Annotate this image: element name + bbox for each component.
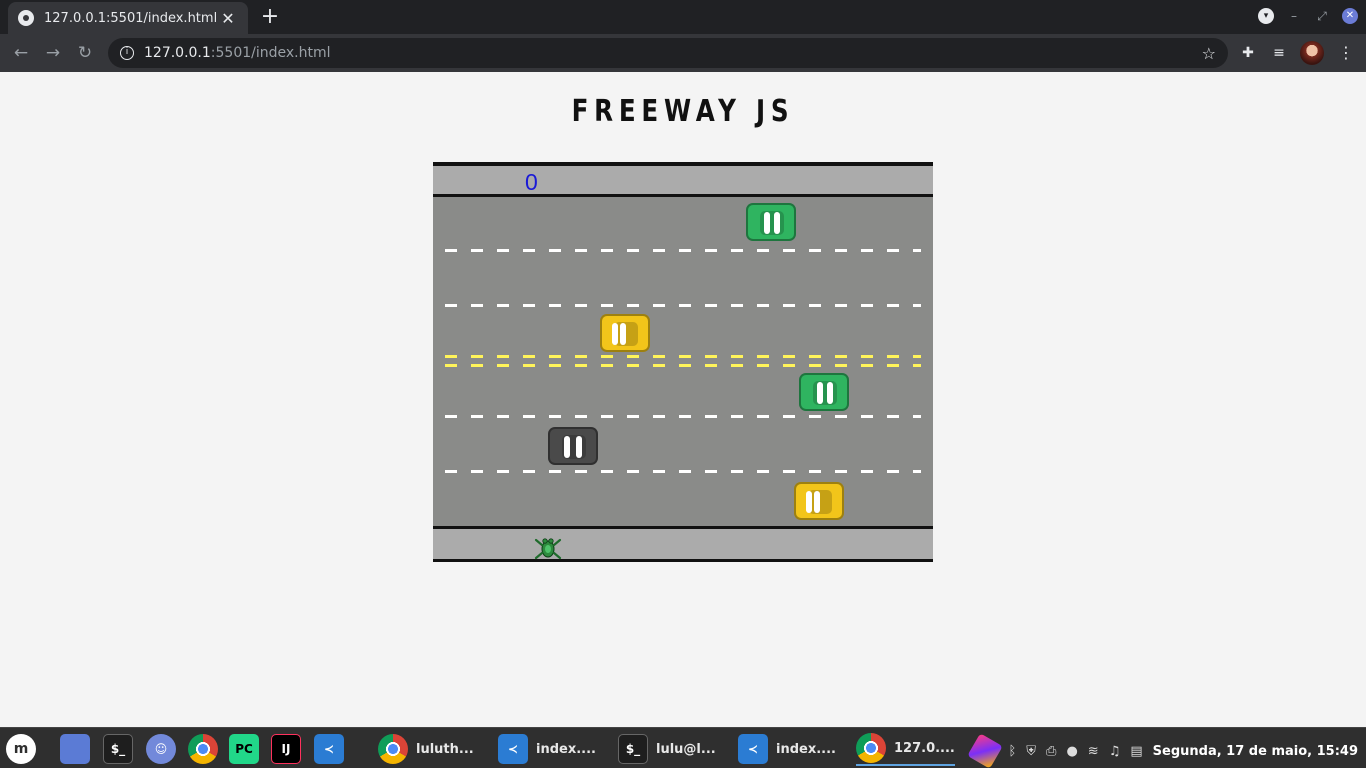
bottom-sidewalk: [433, 526, 933, 562]
web-page: FREEWAY JS 0: [0, 72, 1366, 727]
discord-icon[interactable]: ☺: [146, 734, 176, 764]
vscode-icon: ≺: [738, 734, 768, 764]
browser-menu-icon[interactable]: ⋮: [1336, 42, 1356, 64]
mint-menu-icon[interactable]: m: [6, 734, 36, 764]
url-host: 127.0.0.1: [144, 45, 211, 61]
taskbar-window-label: luluth...: [416, 741, 474, 757]
car-green: [799, 373, 849, 411]
lane-divider: [445, 249, 921, 252]
user-icon[interactable]: ●: [1066, 744, 1077, 759]
taskbar-window-label: index....: [776, 741, 836, 757]
vscode-icon: ≺: [498, 734, 528, 764]
lane-divider: [445, 415, 921, 418]
wifi-icon[interactable]: ≋: [1088, 744, 1099, 759]
vscode-icon[interactable]: ≺: [314, 734, 344, 764]
chrome-icon: [378, 734, 408, 764]
extensions-puzzle-icon[interactable]: ✚: [1237, 42, 1259, 64]
car-black: [548, 427, 598, 465]
center-line: [445, 364, 921, 367]
close-window-icon[interactable]: ✕: [1342, 8, 1358, 24]
taskbar-window-vscode[interactable]: ≺ index....: [498, 732, 596, 766]
music-icon[interactable]: ♫: [1109, 744, 1121, 759]
taskbar-window-label: lulu@l...: [656, 741, 716, 757]
tab-title: 127.0.0.1:5501/index.html: [44, 10, 218, 26]
reload-icon[interactable]: ↻: [72, 40, 98, 66]
globe-icon: [18, 10, 34, 26]
intellij-icon[interactable]: IJ: [271, 734, 301, 764]
car-yellow: [600, 314, 650, 352]
profile-avatar[interactable]: [1300, 41, 1324, 65]
maximize-icon[interactable]: ⤢: [1314, 6, 1330, 26]
taskbar-window-label: 127.0....: [894, 740, 955, 756]
site-info-icon[interactable]: i: [120, 46, 134, 60]
game-canvas[interactable]: 0: [433, 162, 933, 562]
terminal-icon: $_: [618, 734, 648, 764]
url-path: :5501/index.html: [210, 45, 331, 61]
lane-divider: [445, 304, 921, 307]
center-line: [445, 355, 921, 358]
forward-arrow-icon[interactable]: →: [40, 40, 66, 66]
media-queue-icon[interactable]: ≡: [1268, 42, 1290, 64]
printer-icon[interactable]: ⎙: [1046, 744, 1056, 759]
address-bar[interactable]: i 127.0.0.1:5501/index.html ☆: [108, 38, 1228, 68]
taskbar-window-chrome[interactable]: luluth...: [378, 732, 474, 766]
clipboard-icon[interactable]: ▤: [1130, 744, 1142, 759]
lane-divider: [445, 470, 921, 473]
back-arrow-icon[interactable]: ←: [8, 40, 34, 66]
new-tab-button[interactable]: +: [258, 4, 282, 30]
taskbar-window-vscode[interactable]: ≺ index....: [738, 732, 836, 766]
window-controls: ▾ – ⤢ ✕: [1258, 6, 1358, 26]
clock[interactable]: Segunda, 17 de maio, 15:49: [1153, 744, 1358, 759]
close-tab-icon[interactable]: ✕: [218, 9, 238, 28]
os-taskbar: m $_ ☺ PC IJ ≺ luluth... ≺ index.... $_ …: [0, 727, 1366, 768]
taskbar-window-chrome-active[interactable]: 127.0....: [856, 732, 955, 766]
bluetooth-icon[interactable]: ᛒ: [1008, 744, 1016, 759]
page-title: FREEWAY JS: [571, 94, 795, 129]
terminal-icon[interactable]: $_: [103, 734, 133, 764]
app-cube-icon[interactable]: [967, 733, 1004, 768]
browser-tab[interactable]: 127.0.0.1:5501/index.html ✕: [8, 2, 248, 34]
bookmark-star-icon[interactable]: ☆: [1202, 44, 1216, 63]
system-tray: ᛒ ⛨ ⎙ ● ≋ ♫ ▤ Segunda, 17 de maio, 15:49: [967, 733, 1358, 768]
chrome-icon: [856, 733, 886, 763]
files-folder-icon[interactable]: [60, 734, 90, 764]
chrome-icon[interactable]: [188, 734, 218, 764]
taskbar-window-terminal[interactable]: $_ lulu@l...: [618, 732, 716, 766]
top-sidewalk: 0: [433, 162, 933, 197]
taskbar-window-label: index....: [536, 741, 596, 757]
car-green: [746, 203, 796, 241]
frog-player-icon: [534, 538, 562, 560]
browser-toolbar: ← → ↻ i 127.0.0.1:5501/index.html ☆ ✚ ≡ …: [0, 34, 1366, 72]
shield-icon[interactable]: ⛨: [1026, 744, 1036, 759]
browser-tab-bar: 127.0.0.1:5501/index.html ✕ + ▾ – ⤢ ✕: [0, 0, 1366, 34]
url-text: 127.0.0.1:5501/index.html: [144, 45, 1202, 61]
minimize-icon[interactable]: –: [1286, 6, 1302, 26]
pycharm-icon[interactable]: PC: [229, 734, 259, 764]
score-counter: 0: [525, 169, 538, 195]
car-yellow: [794, 482, 844, 520]
tab-search-icon[interactable]: ▾: [1258, 8, 1274, 24]
